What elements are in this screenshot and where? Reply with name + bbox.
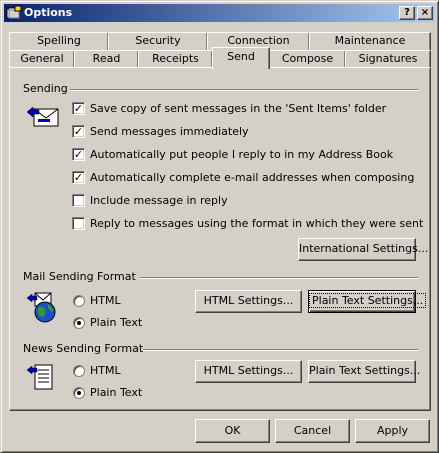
news-plain-text-settings-button[interactable]: Plain Text Settings... bbox=[308, 360, 420, 383]
news-format-divider bbox=[143, 349, 418, 351]
sending-divider bbox=[70, 89, 418, 91]
mail-html-radio[interactable] bbox=[73, 295, 85, 307]
mail-globe-icon bbox=[26, 292, 56, 323]
mail-plain-text-label: Plain Text bbox=[90, 316, 143, 329]
auto-complete-label: Automatically complete e-mail addresses … bbox=[90, 171, 415, 184]
auto-address-book-label: Automatically put people I reply to in m… bbox=[90, 148, 394, 161]
include-message-checkbox[interactable] bbox=[72, 194, 85, 207]
tab-label: Compose bbox=[281, 52, 334, 65]
save-copy-checkbox[interactable]: ✓ bbox=[72, 102, 85, 115]
tab-label: General bbox=[20, 52, 64, 65]
tab-send[interactable]: Send bbox=[212, 47, 270, 69]
news-html-settings-button[interactable]: HTML Settings... bbox=[195, 360, 302, 383]
international-settings-button[interactable]: International Settings... bbox=[298, 238, 428, 261]
news-format-title: News Sending Format bbox=[23, 342, 144, 355]
news-html-label: HTML bbox=[90, 364, 121, 377]
mail-plain-text-radio[interactable] bbox=[73, 317, 85, 329]
mail-plain-text-settings-button[interactable]: Plain Text Settings... bbox=[308, 290, 427, 313]
send-immediately-label: Send messages immediately bbox=[90, 125, 249, 138]
cancel-button[interactable]: Cancel bbox=[275, 419, 350, 443]
news-plain-text-label: Plain Text bbox=[90, 386, 143, 399]
title-bar[interactable]: Options ? × bbox=[4, 4, 435, 22]
ok-button[interactable]: OK bbox=[195, 419, 270, 443]
tab-security[interactable]: Security bbox=[108, 32, 208, 51]
button-label: Plain Text Settings... bbox=[309, 293, 427, 308]
help-button[interactable]: ? bbox=[399, 6, 415, 20]
options-app-icon bbox=[6, 5, 22, 19]
sending-section-title: Sending bbox=[23, 82, 68, 95]
tab-label: Send bbox=[227, 50, 255, 63]
include-message-label: Include message in reply bbox=[90, 194, 228, 207]
mail-format-title: Mail Sending Format bbox=[23, 270, 136, 283]
mail-html-label: HTML bbox=[90, 294, 121, 307]
reply-format-label: Reply to messages using the format in wh… bbox=[90, 217, 424, 230]
tab-label: Signatures bbox=[358, 52, 418, 65]
radio-selected-dot bbox=[77, 391, 81, 395]
news-document-icon bbox=[26, 364, 53, 390]
save-copy-label: Save copy of sent messages in the 'Sent … bbox=[90, 102, 387, 115]
auto-address-book-checkbox[interactable]: ✓ bbox=[72, 148, 85, 161]
tab-label: Maintenance bbox=[334, 34, 406, 47]
tab-spelling[interactable]: Spelling bbox=[9, 32, 109, 51]
tab-label: Security bbox=[135, 34, 181, 47]
radio-selected-dot bbox=[77, 321, 81, 325]
mail-html-settings-button[interactable]: HTML Settings... bbox=[195, 290, 302, 313]
send-immediately-checkbox[interactable]: ✓ bbox=[72, 125, 85, 138]
window-title: Options bbox=[24, 6, 73, 19]
mail-format-divider bbox=[140, 277, 418, 279]
news-plain-text-radio[interactable] bbox=[73, 387, 85, 399]
tab-maintenance[interactable]: Maintenance bbox=[309, 32, 431, 51]
tab-label: Receipts bbox=[152, 52, 199, 65]
reply-format-checkbox[interactable] bbox=[72, 217, 85, 230]
tab-label: Read bbox=[92, 52, 121, 65]
options-dialog: Options ? × Spelling Security Connection… bbox=[0, 0, 439, 453]
apply-button[interactable]: Apply bbox=[355, 419, 430, 443]
tab-label: Spelling bbox=[37, 34, 81, 47]
close-button[interactable]: × bbox=[417, 6, 433, 20]
send-tab-panel: Sending ✓ Save copy of sent messages in … bbox=[9, 67, 431, 411]
auto-complete-checkbox[interactable]: ✓ bbox=[72, 171, 85, 184]
news-html-radio[interactable] bbox=[73, 365, 85, 377]
send-mail-icon bbox=[26, 106, 59, 127]
tab-label: Connection bbox=[227, 34, 290, 47]
